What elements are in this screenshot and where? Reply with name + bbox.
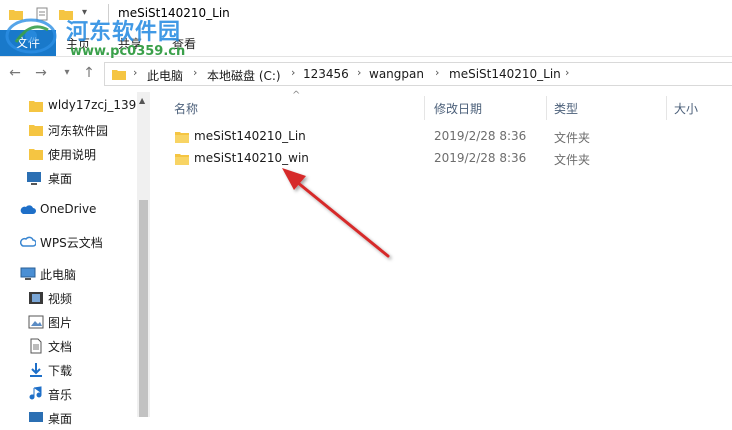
column-header-type[interactable]: 类型	[554, 100, 578, 117]
sidebar-item-label: 桌面	[48, 412, 73, 426]
navigation-pane: wldy17zcj_1397 河东软件园 使用说明 桌面 OneDrive WP…	[0, 92, 150, 426]
sidebar-item-label: 桌面	[48, 172, 73, 186]
breadcrumb-this-pc[interactable]: 此电脑	[147, 67, 183, 84]
breadcrumb-separator-icon[interactable]: ›	[565, 66, 569, 79]
file-name: meSiSt140210_Lin	[194, 129, 306, 143]
desktop-icon	[29, 412, 43, 422]
sidebar-item-wps-cloud[interactable]: WPS云文档	[0, 230, 136, 254]
folder-icon	[29, 125, 43, 136]
file-row[interactable]: meSiSt140210_win 2019/2/28 8:36 文件夹	[166, 148, 616, 170]
sidebar-item-documents[interactable]: 文档	[0, 334, 136, 358]
back-arrow-icon[interactable]: ←	[6, 64, 24, 82]
sidebar-item-label: 视频	[48, 292, 73, 306]
sort-ascending-icon: ^	[292, 90, 301, 101]
document-icon	[30, 338, 42, 354]
sidebar-item-this-pc[interactable]: 此电脑	[0, 262, 136, 286]
folder-icon	[29, 149, 43, 160]
column-header-name[interactable]: 名称	[174, 100, 198, 117]
download-icon	[30, 363, 42, 377]
address-bar[interactable]: › 此电脑 › 本地磁盘 (C:) › 123456 › wangpan › m…	[104, 62, 732, 86]
sidebar-item-wldy17zcj[interactable]: wldy17zcj_1397	[0, 94, 136, 118]
breadcrumb-separator-icon[interactable]: ›	[133, 66, 137, 79]
file-name: meSiSt140210_win	[194, 151, 309, 165]
cloud-icon	[20, 205, 36, 214]
music-icon	[29, 386, 42, 400]
picture-icon	[28, 315, 44, 329]
sidebar-item-label: 河东软件园	[48, 124, 109, 138]
column-header-modified[interactable]: 修改日期	[434, 100, 482, 117]
breadcrumb-separator-icon[interactable]: ›	[357, 66, 361, 79]
wps-cloud-icon	[20, 236, 36, 247]
sidebar-item-pictures[interactable]: 图片	[0, 310, 136, 334]
breadcrumb-separator-icon[interactable]: ›	[291, 66, 295, 79]
sidebar-item-label: 下载	[48, 364, 73, 378]
recent-locations-icon[interactable]: ▾	[58, 64, 76, 82]
sidebar-item-label: 此电脑	[40, 268, 77, 282]
sidebar-item-label: 使用说明	[48, 148, 97, 162]
forward-arrow-icon[interactable]: →	[32, 64, 50, 82]
file-modified-date: 2019/2/28 8:36	[434, 151, 527, 165]
breadcrumb-123456[interactable]: 123456	[303, 67, 349, 81]
sidebar-item-onedrive[interactable]: OneDrive	[0, 198, 136, 222]
sidebar-item-videos[interactable]: 视频	[0, 286, 136, 310]
sidebar-item-instructions[interactable]: 使用说明	[0, 142, 136, 166]
sidebar-item-hedong[interactable]: 河东软件园	[0, 118, 136, 142]
scrollbar-thumb[interactable]	[139, 200, 148, 417]
video-icon	[29, 292, 43, 304]
column-divider[interactable]	[546, 96, 547, 120]
sidebar-scrollbar[interactable]: ▲	[137, 92, 150, 417]
sidebar-item-label: 音乐	[48, 388, 73, 402]
folder-icon	[29, 101, 43, 112]
sidebar-item-desktop-2[interactable]: 桌面	[0, 406, 136, 430]
sidebar-item-downloads[interactable]: 下载	[0, 358, 136, 382]
file-type: 文件夹	[554, 153, 591, 167]
sidebar-item-label: 文档	[48, 340, 73, 354]
folder-icon	[175, 154, 189, 165]
scroll-up-icon[interactable]: ▲	[139, 96, 145, 105]
column-divider[interactable]	[666, 96, 667, 120]
up-arrow-icon[interactable]: ↑	[80, 64, 98, 82]
desktop-icon	[27, 172, 41, 185]
sidebar-item-label: WPS云文档	[40, 236, 103, 250]
breadcrumb-wangpan[interactable]: wangpan	[369, 67, 424, 81]
sidebar-item-music[interactable]: 音乐	[0, 382, 136, 406]
computer-icon	[20, 267, 36, 280]
folder-icon	[112, 70, 126, 80]
breadcrumb-separator-icon[interactable]: ›	[435, 66, 439, 79]
file-modified-date: 2019/2/28 8:36	[434, 129, 527, 143]
sidebar-item-label: OneDrive	[40, 202, 97, 216]
navigation-bar: ← → ▾ ↑ › 此电脑 › 本地磁盘 (C:) › 123456 › wan…	[0, 62, 732, 86]
watermark-url: www.pc0359.cn	[70, 44, 186, 59]
file-row[interactable]: meSiSt140210_Lin 2019/2/28 8:36 文件夹	[166, 126, 616, 148]
column-divider[interactable]	[424, 96, 425, 120]
watermark-logo	[5, 18, 57, 54]
sidebar-item-label: wldy17zcj_1397	[48, 98, 136, 112]
file-type: 文件夹	[554, 131, 591, 145]
breadcrumb-separator-icon[interactable]: ›	[193, 66, 197, 79]
breadcrumb-local-disk[interactable]: 本地磁盘 (C:)	[207, 67, 281, 84]
sidebar-item-label: 图片	[48, 316, 73, 330]
folder-icon	[175, 132, 189, 143]
breadcrumb-current-folder[interactable]: meSiSt140210_Lin	[449, 67, 561, 81]
column-header-size[interactable]: 大小	[674, 100, 698, 117]
watermark-title: 河东软件园	[66, 19, 182, 45]
sidebar-item-desktop[interactable]: 桌面	[0, 166, 136, 190]
